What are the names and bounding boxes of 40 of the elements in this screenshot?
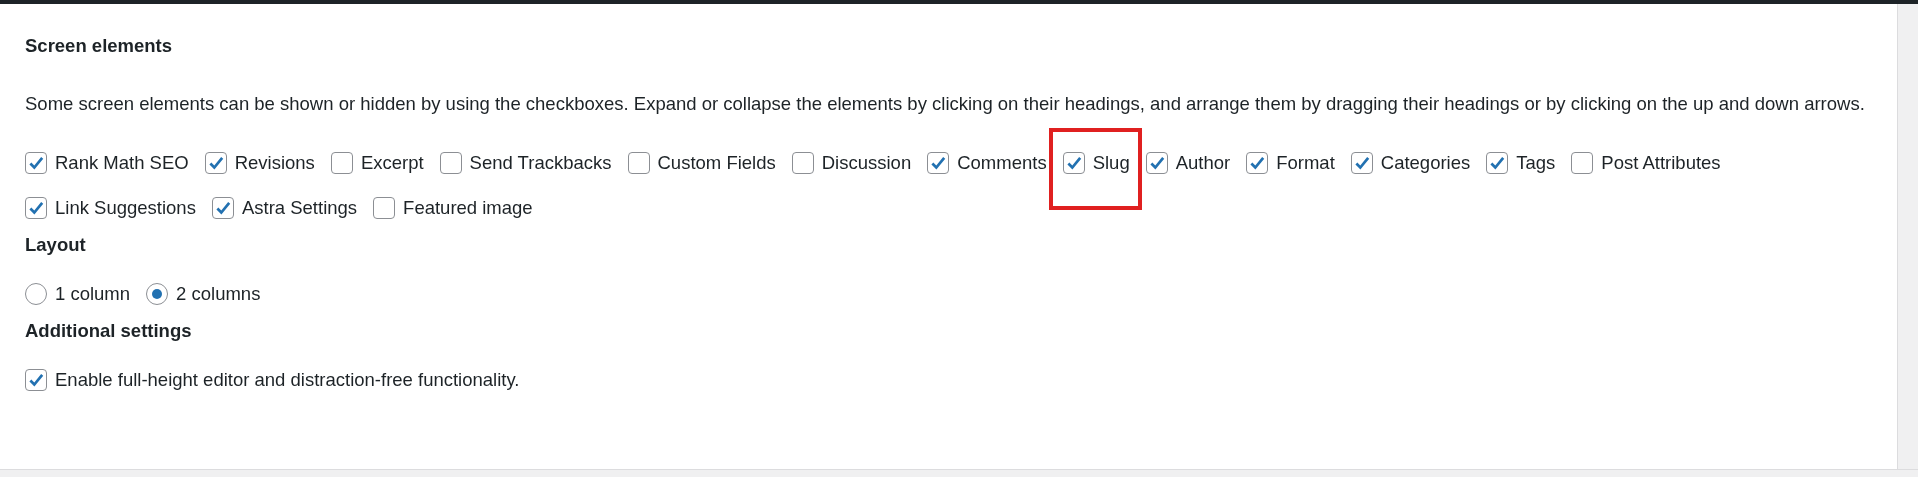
checkbox-label[interactable]: Link Suggestions xyxy=(55,195,196,221)
section-heading: Screen elements xyxy=(25,34,174,58)
checkbox[interactable] xyxy=(1246,152,1269,174)
checkbox[interactable] xyxy=(1145,152,1168,174)
checkbox[interactable] xyxy=(330,152,353,174)
checkbox[interactable] xyxy=(1571,152,1594,174)
checkbox-label[interactable]: Enable full-height editor and distraction-free functionality. xyxy=(55,367,520,393)
checkbox-label[interactable]: Format xyxy=(1276,150,1335,176)
checkbox[interactable] xyxy=(373,197,396,219)
checkbox-label[interactable]: Send Trackbacks xyxy=(469,150,612,176)
checkbox-label[interactable]: Rank Math SEO xyxy=(55,150,189,176)
checkbox[interactable] xyxy=(25,197,47,219)
checkbox-label[interactable]: Comments xyxy=(957,150,1047,176)
checkbox-label[interactable]: Custom Fields xyxy=(657,150,776,176)
checkbox-label[interactable]: Featured image xyxy=(403,195,533,221)
checkbox[interactable] xyxy=(627,152,650,174)
checkbox-label[interactable]: Tags xyxy=(1516,150,1556,176)
checkbox-label[interactable]: Revisions xyxy=(234,150,315,176)
checkbox-label[interactable]: Discussion xyxy=(821,150,912,176)
checkbox[interactable] xyxy=(204,152,227,174)
checkbox-label[interactable]: Slug xyxy=(1092,150,1130,176)
checkbox-label[interactable]: Astra Settings xyxy=(241,195,358,221)
checkbox[interactable] xyxy=(439,152,462,174)
radio-label[interactable]: 1 column xyxy=(55,281,131,307)
checkbox[interactable] xyxy=(211,197,234,219)
description-text: Some screen elements can be shown or hidden by using the checkboxes. Expand or collapse the elements by clicking on their headings, and arrange them by dragging their headings or by clicking on the up and down arrows. xyxy=(25,92,1866,116)
section-heading: Additional settings xyxy=(25,319,193,343)
checkbox[interactable] xyxy=(1350,152,1373,174)
checkbox[interactable] xyxy=(1062,152,1085,174)
checkbox[interactable] xyxy=(791,152,814,174)
radio-label[interactable]: 2 columns xyxy=(176,281,261,307)
checkbox-label[interactable]: Author xyxy=(1175,150,1231,176)
checkbox-label[interactable]: Excerpt xyxy=(360,150,424,176)
checkbox[interactable] xyxy=(927,152,950,174)
section-heading: Layout xyxy=(25,233,87,257)
checkbox-label[interactable]: Post Attributes xyxy=(1601,150,1721,176)
checkbox[interactable] xyxy=(25,152,47,174)
checkbox-label[interactable]: Categories xyxy=(1380,150,1471,176)
checkbox[interactable] xyxy=(25,369,47,391)
checkbox[interactable] xyxy=(1486,152,1509,174)
